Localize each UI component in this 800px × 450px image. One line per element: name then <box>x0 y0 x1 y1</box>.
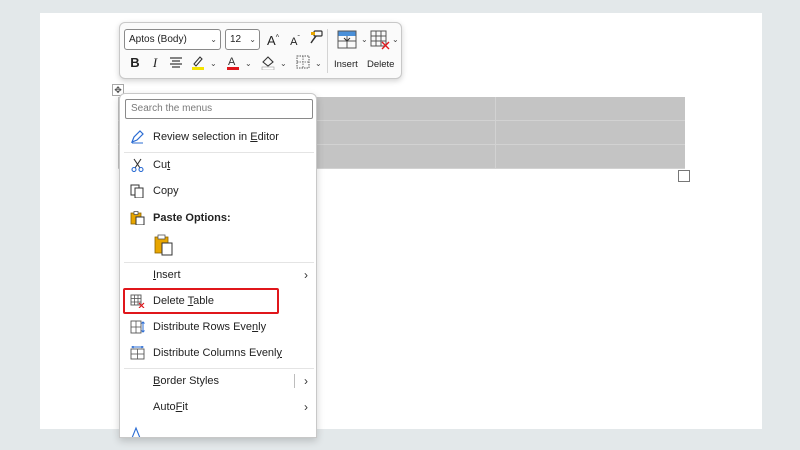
font-color-icon: A <box>227 56 239 70</box>
center-align-button[interactable] <box>168 55 184 73</box>
paste-keep-formatting-button[interactable] <box>153 234 175 256</box>
menu-item-distribute-rows[interactable]: Distribute Rows Evenly <box>120 315 316 339</box>
scissors-icon <box>131 158 144 172</box>
menu-item-label: Border Styles <box>153 375 220 387</box>
paste-options-header: Paste Options: <box>120 206 316 230</box>
copy-icon <box>130 184 144 198</box>
table-cell[interactable] <box>496 145 685 169</box>
delete-table-icon <box>370 30 390 50</box>
format-painter-button[interactable] <box>308 29 324 49</box>
search-menus-input[interactable]: Search the menus <box>125 99 313 119</box>
chevron-right-icon: › <box>304 400 308 414</box>
paste-clipboard-icon <box>154 234 173 256</box>
paint-bucket-icon <box>261 56 275 71</box>
menu-item-label: Insert <box>153 269 181 281</box>
chevron-down-icon: ⌄ <box>361 35 368 44</box>
chevron-down-icon[interactable]: ⌄ <box>280 56 287 72</box>
menu-item-label: Distribute Rows Evenly <box>153 321 267 333</box>
align-center-icon <box>170 57 182 68</box>
chevron-down-icon: ⌄ <box>249 35 256 44</box>
grow-font-icon: A^ <box>267 33 279 49</box>
menu-item-label: Delete Table <box>153 295 214 307</box>
shading-button[interactable] <box>260 54 276 74</box>
menu-item-label: Distribute Columns Evenly <box>153 347 282 359</box>
menu-item-label: Cut <box>153 159 171 171</box>
font-size-value: 12 <box>230 34 242 45</box>
distribute-columns-icon <box>130 346 145 360</box>
font-name-value: Aptos (Body) <box>129 34 187 45</box>
font-color-button[interactable]: A <box>225 54 241 74</box>
format-painter-icon <box>310 30 323 44</box>
toolbar-divider <box>327 29 328 73</box>
delete-table-button[interactable]: ⌄ Delete <box>367 29 403 75</box>
menu-item-review-editor[interactable]: Review selection in Editor <box>120 125 316 149</box>
menu-item-label: AutoFit <box>153 401 188 413</box>
chevron-down-icon[interactable]: ⌄ <box>315 56 322 72</box>
menu-item-distribute-columns[interactable]: Distribute Columns Evenly <box>120 341 316 365</box>
delete-label: Delete <box>367 59 395 70</box>
menu-item-cut[interactable]: Cut <box>120 153 316 177</box>
delete-table-icon <box>130 294 145 308</box>
chevron-right-icon: › <box>304 374 308 388</box>
chevron-right-icon: › <box>304 268 308 282</box>
table-resize-handle[interactable] <box>678 170 690 182</box>
menu-item-copy[interactable]: Copy <box>120 179 316 203</box>
insert-label: Insert <box>334 59 358 70</box>
editor-pen-icon <box>130 130 144 144</box>
bold-button[interactable]: B <box>127 55 143 71</box>
grow-font-button[interactable]: A^ <box>265 31 281 49</box>
menu-item-delete-table[interactable]: Delete Table <box>120 289 316 313</box>
menu-item-insert[interactable]: Insert › <box>120 263 316 287</box>
highlight-button[interactable] <box>190 54 206 74</box>
insert-table-icon <box>337 30 357 49</box>
table-cell[interactable] <box>307 97 496 121</box>
table-cell[interactable] <box>307 121 496 145</box>
context-menu: Search the menus Review selection in Edi… <box>119 93 317 438</box>
chevron-down-icon[interactable]: ⌄ <box>245 56 252 72</box>
font-name-select[interactable]: Aptos (Body) ⌄ <box>124 29 221 50</box>
menu-item-label: Copy <box>153 185 179 197</box>
shrink-font-icon: Aˇ <box>290 35 300 48</box>
distribute-rows-icon <box>130 320 145 334</box>
paste-icon <box>130 211 145 225</box>
table-cell[interactable] <box>307 145 496 169</box>
chevron-down-icon[interactable]: ⌄ <box>210 56 217 72</box>
split-divider <box>294 374 295 388</box>
table-cell[interactable] <box>496 121 685 145</box>
shrink-font-button[interactable]: Aˇ <box>287 31 303 50</box>
highlighter-icon <box>192 56 204 70</box>
search-placeholder: Search the menus <box>131 103 213 114</box>
menu-item-text-direction[interactable] <box>120 421 316 437</box>
svg-text:A: A <box>228 56 236 68</box>
italic-button[interactable]: I <box>147 55 163 71</box>
table-cell[interactable] <box>496 97 685 121</box>
bold-label: B <box>130 55 140 70</box>
borders-icon <box>296 55 310 69</box>
chevron-down-icon: ⌄ <box>210 35 217 44</box>
mini-toolbar: Aptos (Body) ⌄ 12 ⌄ A^ Aˇ B I ⌄ A ⌄ ⌄ ⌄ … <box>119 22 402 79</box>
borders-button[interactable] <box>295 54 311 74</box>
font-size-select[interactable]: 12 ⌄ <box>225 29 260 50</box>
paste-options-label: Paste Options: <box>153 212 231 224</box>
chevron-down-icon: ⌄ <box>392 35 399 44</box>
menu-item-autofit[interactable]: AutoFit › <box>120 395 316 419</box>
menu-item-border-styles[interactable]: Border Styles › <box>120 369 316 393</box>
italic-label: I <box>152 55 158 70</box>
text-direction-icon <box>131 426 141 437</box>
menu-item-label: Review selection in Editor <box>153 131 279 143</box>
